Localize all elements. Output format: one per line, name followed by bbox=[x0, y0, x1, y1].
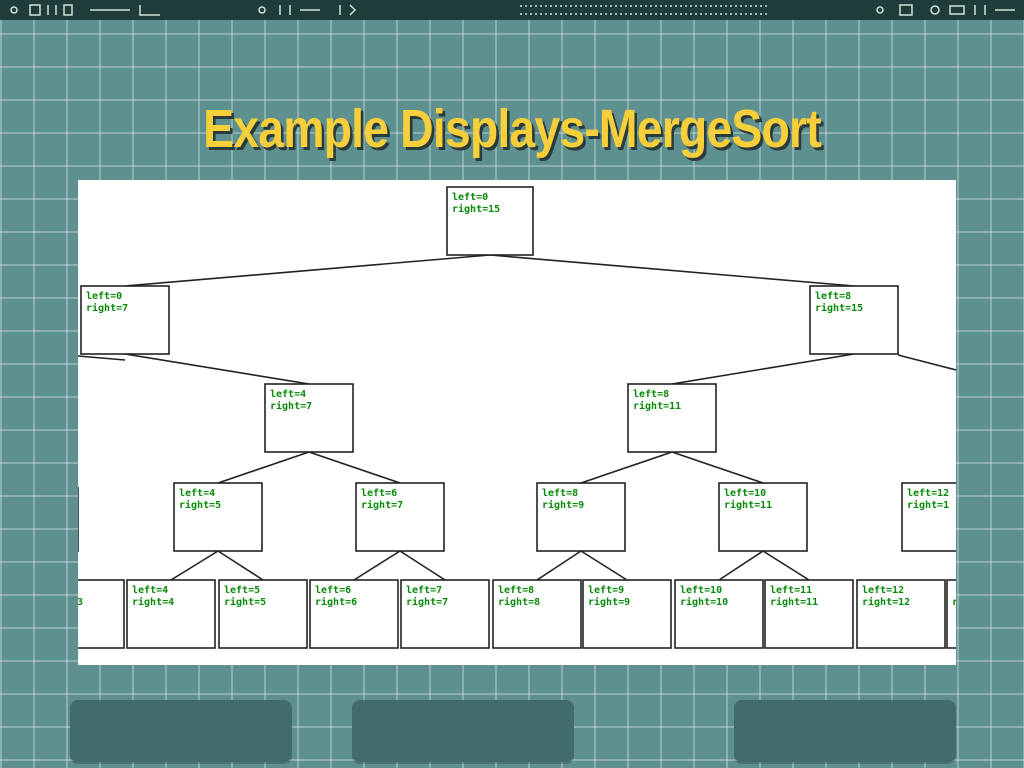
footer-box-right bbox=[734, 700, 956, 762]
tree-node: left=11right=11 bbox=[764, 579, 854, 649]
tree-edge bbox=[762, 550, 810, 581]
node-left-label: left=10 bbox=[724, 488, 766, 499]
node-left-label: left=4 bbox=[179, 488, 215, 499]
decorative-circuit-strip bbox=[0, 0, 1024, 20]
node-right-label: right=9 bbox=[542, 499, 584, 511]
tree-edge bbox=[489, 254, 855, 287]
node-right-label: right=10 bbox=[680, 596, 728, 608]
tree-edge bbox=[671, 353, 855, 385]
node-right-label: right=7 bbox=[406, 596, 448, 608]
tree-edge bbox=[580, 451, 673, 484]
tree-node: 3=3 bbox=[78, 579, 125, 649]
node-left-label: left=8 bbox=[542, 488, 578, 499]
tree-edge-offscreen bbox=[78, 355, 126, 361]
node-right-label: right=4 bbox=[132, 596, 174, 608]
node-box bbox=[78, 579, 125, 649]
tree-edge bbox=[308, 451, 401, 484]
node-left-label: left=4 bbox=[270, 389, 306, 400]
node-right-label: right=8 bbox=[498, 596, 540, 608]
tree-node: left=4right=7 bbox=[264, 383, 354, 453]
node-left-label: left=6 bbox=[315, 585, 351, 596]
node-left-label: left=12 bbox=[862, 585, 904, 596]
tree-node: left=8right=9 bbox=[536, 482, 626, 552]
tree-node: left=4right=5 bbox=[173, 482, 263, 552]
tree-node: left=6right=6 bbox=[309, 579, 399, 649]
mergesort-tree-display: left=0 right=15 left=0 right=7 left=8 right=1… bbox=[78, 180, 956, 665]
tree-edge bbox=[718, 550, 764, 581]
node-left-label: left=8 bbox=[498, 585, 534, 596]
node-right-label: r bbox=[952, 597, 956, 608]
node-right-label: right=11 bbox=[724, 499, 772, 511]
node-left-label: left=6 bbox=[361, 488, 397, 499]
slide-title: Example Displays-MergeSort bbox=[203, 99, 822, 159]
recursion-tree-diagram: left=0right=15left=0right=7left=8right=1… bbox=[78, 186, 956, 649]
footer-box-left bbox=[70, 700, 292, 762]
tree-node: left=8right=15 bbox=[809, 285, 899, 355]
tree-edge bbox=[170, 550, 219, 581]
node-right-label: right=15 bbox=[452, 203, 500, 215]
tree-node: left=5right=5 bbox=[218, 579, 308, 649]
node-right-label: right=12 bbox=[862, 596, 910, 608]
tree-node: left=12right=12 bbox=[856, 579, 946, 649]
node-right-label: right=9 bbox=[588, 596, 630, 608]
node-right-label: right=7 bbox=[361, 499, 403, 511]
node-left-label: left=7 bbox=[406, 585, 442, 596]
node-right-label: right=15 bbox=[815, 302, 863, 314]
node-left-label: left=4 bbox=[132, 585, 168, 596]
node-right-label: right=5 bbox=[224, 596, 266, 608]
tree-node: left=7right=7 bbox=[400, 579, 490, 649]
tree-edge bbox=[353, 550, 401, 581]
tree-edge bbox=[580, 550, 628, 581]
node-left-label: left=0 bbox=[452, 192, 488, 203]
tree-edge bbox=[671, 451, 764, 484]
tree-edge bbox=[217, 451, 310, 484]
tree-edge bbox=[124, 254, 491, 287]
tree-edge bbox=[536, 550, 582, 581]
node-left-label: left=8 bbox=[633, 389, 669, 400]
tree-node: left=6right=7 bbox=[355, 482, 445, 552]
tree-node: left=9right=9 bbox=[582, 579, 672, 649]
tree-edge bbox=[124, 353, 310, 385]
tree-node: left=10right=10 bbox=[674, 579, 764, 649]
node-left-label: left=0 bbox=[86, 291, 122, 302]
tree-node: left=0right=15 bbox=[446, 186, 534, 256]
tree-edge bbox=[399, 550, 446, 581]
tree-node: left=8right=8 bbox=[492, 579, 582, 649]
tree-node: left=4right=4 bbox=[126, 579, 216, 649]
node-left-label: left=8 bbox=[815, 291, 851, 302]
node-right-label: =3 bbox=[78, 597, 83, 608]
node-right-label: right=1 bbox=[907, 499, 949, 511]
node-right-label: right=5 bbox=[179, 499, 221, 511]
tree-node: r bbox=[946, 579, 956, 649]
tree-edge-offscreen bbox=[897, 354, 956, 371]
node-left-label: left=10 bbox=[680, 585, 722, 596]
node-left-label: left=11 bbox=[770, 585, 812, 596]
footer-box-center bbox=[352, 700, 574, 762]
node-right-label: right=6 bbox=[315, 596, 357, 608]
tree-edge bbox=[217, 550, 264, 581]
node-box bbox=[946, 579, 956, 649]
node-left-label: left=9 bbox=[588, 585, 624, 596]
node-left-label: left=12 bbox=[907, 488, 949, 499]
tree-node: left=12right=1 bbox=[901, 482, 956, 552]
node-right-label: right=11 bbox=[633, 400, 681, 412]
tree-node: left=0right=7 bbox=[80, 285, 170, 355]
node-right-label: right=11 bbox=[770, 596, 818, 608]
node-right-label: right=7 bbox=[86, 302, 128, 314]
tree-node: left=8right=11 bbox=[627, 383, 717, 453]
node-right-label: right=7 bbox=[270, 400, 312, 412]
node-left-label: left=5 bbox=[224, 585, 260, 596]
tree-node: left=10right=11 bbox=[718, 482, 808, 552]
